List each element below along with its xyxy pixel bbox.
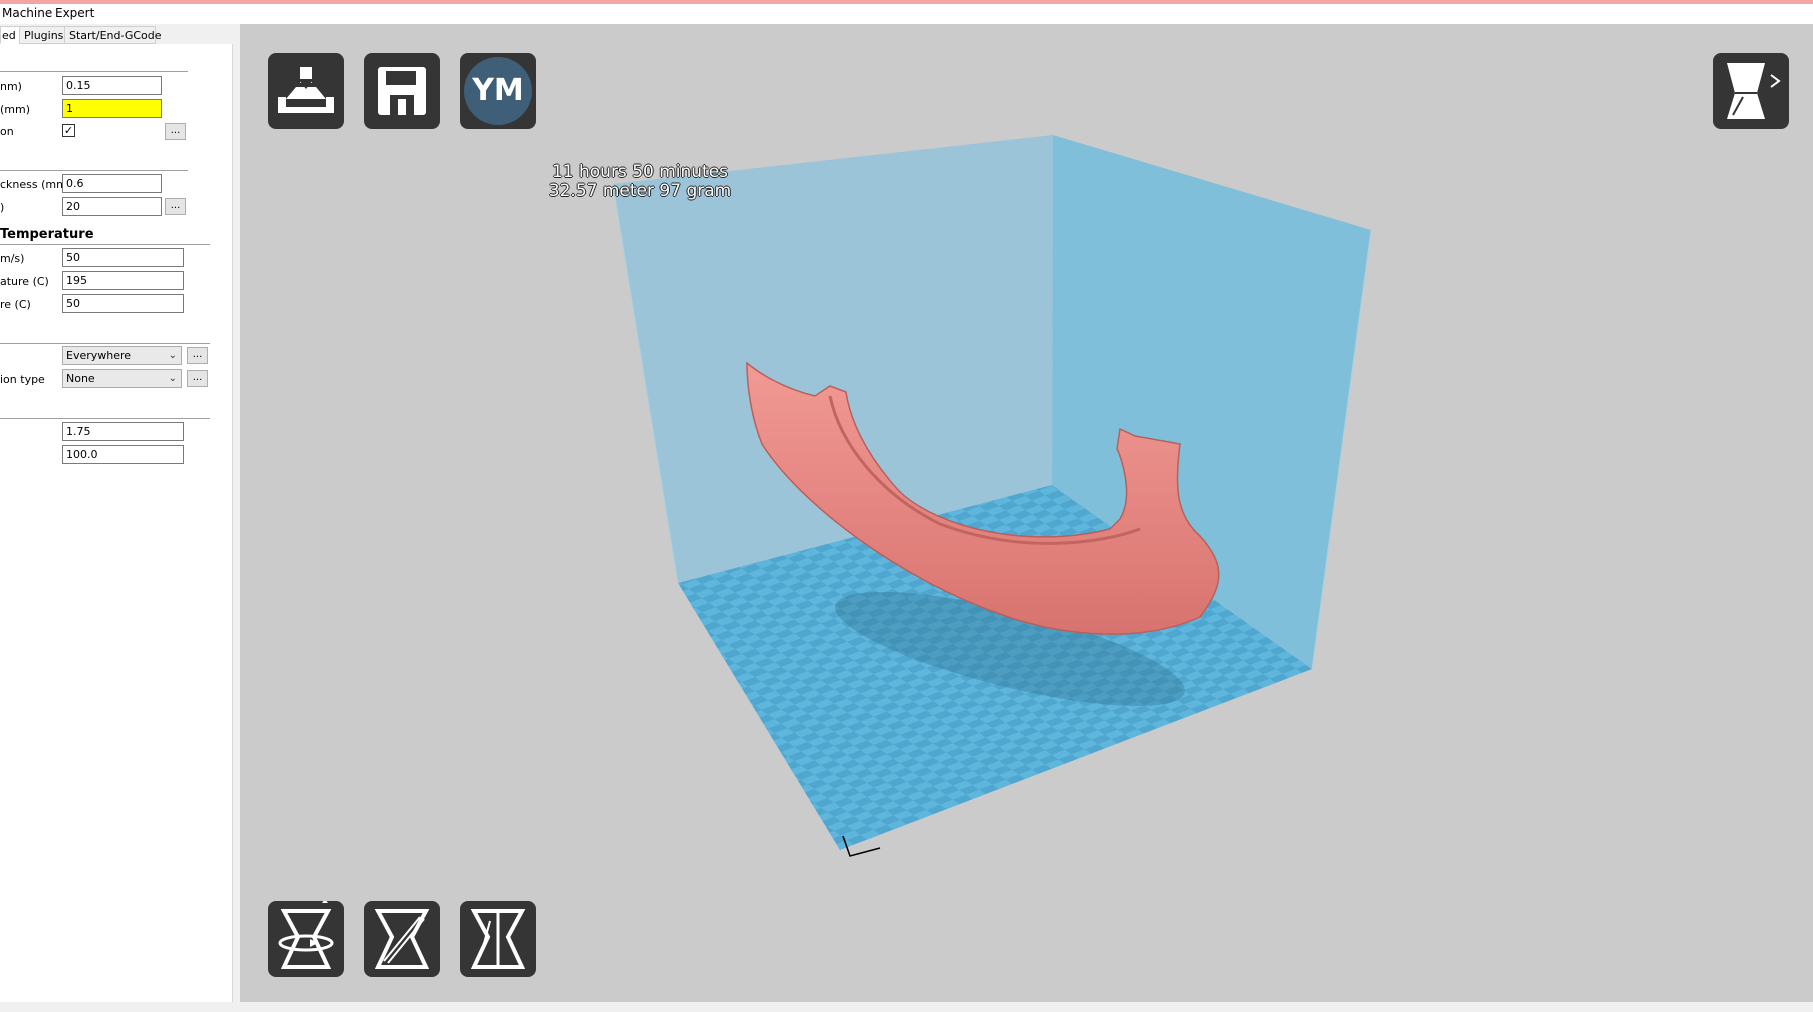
adhesion-type-value: None	[66, 372, 95, 385]
print-estimate: 11 hours 50 minutes 32.57 meter 97 gram	[530, 163, 750, 201]
printing-temperature-input[interactable]: 195	[62, 271, 184, 290]
section-divider	[0, 71, 188, 72]
load-model-button[interactable]	[268, 53, 344, 129]
support-type-more-button[interactable]: ...	[187, 347, 208, 364]
bottom-top-thickness-input[interactable]: 0.6	[62, 174, 162, 193]
settings-panel: nm) 0.15 (mm) 1 on ✓ ... ckness (mm) 0.6…	[0, 44, 233, 1002]
support-type-select[interactable]: Everywhere ⌄	[62, 346, 182, 365]
print-time: 11 hours 50 minutes	[551, 162, 729, 182]
scale-icon	[374, 909, 430, 969]
adhesion-type-more-button[interactable]: ...	[187, 370, 208, 387]
shell-thickness-input[interactable]: 1	[62, 99, 162, 118]
retraction-label: on	[0, 125, 14, 138]
mirror-button[interactable]	[460, 901, 536, 977]
bottom-top-thickness-label: ckness (mm)	[0, 178, 72, 191]
retraction-checkbox[interactable]: ✓	[62, 124, 75, 137]
youmagine-share-button[interactable]: YM	[460, 53, 536, 129]
print-speed-label: m/s)	[0, 252, 25, 265]
menu-machine[interactable]: Machine	[2, 6, 52, 20]
shell-thickness-label: (mm)	[0, 103, 31, 116]
3d-viewport[interactable]: YM 11 hours 50 minutes 32.57 meter 97 gr…	[240, 24, 1813, 1004]
status-strip	[0, 1002, 1813, 1012]
save-gcode-button[interactable]	[364, 53, 440, 129]
rotate-icon	[278, 901, 334, 969]
chevron-down-icon: ⌄	[168, 373, 177, 384]
mirror-icon	[470, 909, 526, 969]
section-divider	[0, 244, 210, 245]
bed-temperature-input[interactable]: 50	[62, 294, 184, 313]
bed-temperature-label: re (C)	[0, 298, 31, 311]
view-mode-icon	[1727, 63, 1781, 119]
youmagine-logo-icon: YM	[464, 57, 532, 125]
chevron-down-icon: ⌄	[168, 350, 177, 361]
menu-bar: Machine Expert	[0, 4, 1813, 24]
print-material: 32.57 meter 97 gram	[548, 181, 732, 201]
retraction-more-button[interactable]: ...	[165, 123, 186, 140]
adhesion-type-label: ion type	[0, 373, 45, 386]
scale-button[interactable]	[364, 901, 440, 977]
printing-temperature-label: ature (C)	[0, 275, 49, 288]
section-divider	[0, 343, 210, 344]
tab-start-end-gcode[interactable]: Start/End-GCode	[64, 26, 162, 44]
filament-diameter-input[interactable]: 1.75	[62, 422, 184, 441]
layer-height-input[interactable]: 0.15	[62, 76, 162, 95]
section-divider	[0, 170, 188, 171]
view-mode-button[interactable]	[1713, 53, 1789, 129]
build-volume-scene[interactable]	[240, 24, 1813, 1004]
fill-density-input[interactable]: 20	[62, 197, 162, 216]
adhesion-type-select[interactable]: None ⌄	[62, 369, 182, 388]
flow-input[interactable]: 100.0	[62, 445, 184, 464]
floppy-disk-icon	[378, 67, 426, 115]
support-type-value: Everywhere	[66, 349, 132, 362]
section-divider	[0, 418, 210, 419]
print-speed-input[interactable]: 50	[62, 248, 184, 267]
speed-temperature-header: Temperature	[0, 227, 94, 242]
fill-density-more-button[interactable]: ...	[165, 198, 186, 215]
layer-height-label: nm)	[0, 80, 22, 93]
fill-density-label: )	[0, 201, 5, 214]
tab-advanced[interactable]: ed	[0, 26, 20, 44]
menu-expert[interactable]: Expert	[55, 6, 94, 20]
rotate-button[interactable]	[268, 901, 344, 977]
load-model-icon	[278, 67, 334, 113]
tab-plugins[interactable]: Plugins	[19, 26, 65, 44]
